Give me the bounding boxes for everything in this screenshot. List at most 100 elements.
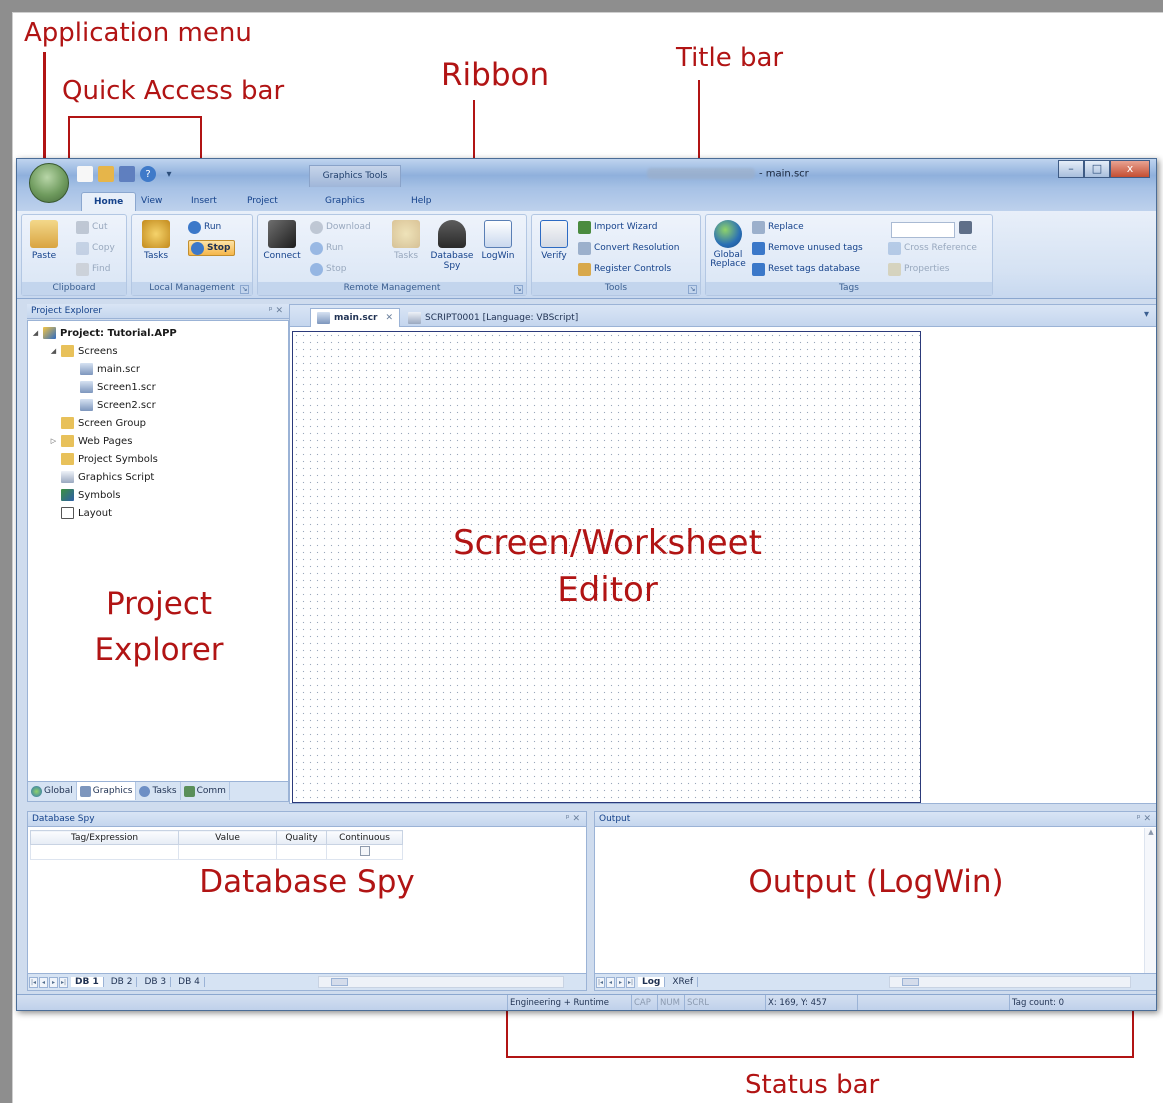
close-tab-icon[interactable]: ✕ <box>386 313 394 323</box>
download-button[interactable]: Download <box>310 219 371 235</box>
column-continuous[interactable]: Continuous <box>326 830 403 845</box>
sheet-tab-log[interactable]: Log <box>638 977 666 987</box>
collapse-arrow-icon[interactable]: ◢ <box>50 347 57 355</box>
remove-unused-tags-icon <box>752 241 765 255</box>
project-explorer-tabs: Global Graphics Tasks Comm <box>28 781 288 801</box>
cut-button[interactable]: Cut <box>76 219 108 235</box>
database-spy-button[interactable]: Database Spy <box>430 220 474 272</box>
sheet-tab-xref[interactable]: XRef <box>668 977 699 987</box>
remote-run-button[interactable]: Run <box>310 240 343 256</box>
tree-item-project-symbols[interactable]: Project Symbols <box>61 451 158 467</box>
open-folder-icon[interactable] <box>98 166 114 182</box>
tree-item-screen-group[interactable]: Screen Group <box>61 415 146 431</box>
tree-item-screen1-scr[interactable]: Screen1.scr <box>80 379 156 395</box>
properties-button[interactable]: Properties <box>888 261 949 277</box>
tag-search-button[interactable] <box>959 219 972 235</box>
output-vertical-scrollbar[interactable]: ▲ <box>1144 828 1156 974</box>
column-quality[interactable]: Quality <box>276 830 327 845</box>
remove-unused-tags-button[interactable]: Remove unused tags <box>752 240 863 256</box>
next-sheet-icon[interactable]: ▸ <box>616 976 625 988</box>
column-tag-expression[interactable]: Tag/Expression <box>30 830 179 845</box>
reset-tags-database-button[interactable]: Reset tags database <box>752 261 860 277</box>
explorer-tab-graphics[interactable]: Graphics <box>76 782 137 800</box>
output-horizontal-scrollbar[interactable] <box>889 976 1131 988</box>
database-spy-horizontal-scrollbar[interactable] <box>318 976 564 988</box>
column-value[interactable]: Value <box>178 830 277 845</box>
tree-item-screen2-scr[interactable]: Screen2.scr <box>80 397 156 413</box>
customize-dropdown-icon[interactable]: ▾ <box>161 166 177 182</box>
continuous-checkbox[interactable] <box>359 845 370 856</box>
replace-button[interactable]: Replace <box>752 219 804 235</box>
maximize-button[interactable]: □ <box>1084 160 1110 178</box>
prev-sheet-icon[interactable]: ◂ <box>39 976 48 988</box>
cross-reference-label: Cross Reference <box>904 243 977 253</box>
close-button[interactable]: x <box>1110 160 1150 178</box>
tree-item-symbols[interactable]: Symbols <box>61 487 120 503</box>
tag-expression-cell[interactable] <box>30 844 179 860</box>
tree-item-web-pages[interactable]: ▷ Web Pages <box>50 433 132 449</box>
explorer-tab-global[interactable]: Global <box>28 782 77 800</box>
cross-reference-button[interactable]: Cross Reference <box>888 240 977 256</box>
connect-button[interactable]: Connect <box>260 220 304 272</box>
new-file-icon[interactable] <box>77 166 93 182</box>
tag-search-input[interactable] <box>891 222 955 238</box>
sheet-tab-db2[interactable]: DB 2 <box>107 977 138 987</box>
find-button[interactable]: Find <box>76 261 110 277</box>
tab-home[interactable]: Home <box>81 192 137 211</box>
application-menu-button[interactable] <box>29 163 69 203</box>
globe-icon <box>714 220 742 248</box>
output-pin-close[interactable]: ᵖ ✕ <box>1137 812 1151 826</box>
last-sheet-icon[interactable]: ▸| <box>626 976 635 988</box>
save-icon[interactable] <box>119 166 135 182</box>
sheet-tab-db1[interactable]: DB 1 <box>71 977 104 987</box>
tab-help[interactable]: Help <box>399 192 444 211</box>
local-stop-button[interactable]: Stop <box>188 240 236 256</box>
last-sheet-icon[interactable]: ▸| <box>59 976 68 988</box>
convert-resolution-button[interactable]: Convert Resolution <box>578 240 679 256</box>
global-replace-button[interactable]: Global Replace <box>706 220 750 272</box>
editor-tab-main-scr[interactable]: main.scr ✕ <box>310 308 401 327</box>
sheet-tab-db4[interactable]: DB 4 <box>174 977 205 987</box>
scroll-thumb[interactable] <box>331 978 348 986</box>
project-explorer-pin-close[interactable]: ᵖ ✕ <box>269 304 283 318</box>
first-sheet-icon[interactable]: |◂ <box>596 976 605 988</box>
screen-canvas[interactable]: Screen/Worksheet Editor <box>292 331 921 803</box>
tree-item-graphics-script[interactable]: Graphics Script <box>61 469 154 485</box>
sheet-tab-db3[interactable]: DB 3 <box>140 977 172 987</box>
tree-item-main-scr[interactable]: main.scr <box>80 361 140 377</box>
editor-tab-script0001[interactable]: SCRIPT0001 [Language: VBScript] <box>402 308 584 327</box>
next-sheet-icon[interactable]: ▸ <box>49 976 58 988</box>
tab-view[interactable]: View <box>129 192 174 211</box>
tab-insert[interactable]: Insert <box>179 192 229 211</box>
paste-button[interactable]: Paste <box>22 220 66 272</box>
tree-item-layout[interactable]: Layout <box>61 505 112 521</box>
copy-button[interactable]: Copy <box>76 240 115 256</box>
tree-item-project[interactable]: ◢ Project: Tutorial.APP <box>32 325 177 341</box>
remote-stop-button[interactable]: Stop <box>310 261 346 277</box>
remote-management-launcher-icon[interactable]: ↘ <box>514 285 523 294</box>
value-cell[interactable] <box>178 844 277 860</box>
tree-item-screens[interactable]: ◢ Screens <box>50 343 118 359</box>
remote-tasks-button[interactable]: Tasks <box>384 220 428 272</box>
explorer-tab-tasks[interactable]: Tasks <box>136 782 181 800</box>
database-spy-pin-close[interactable]: ᵖ ✕ <box>566 812 580 826</box>
register-controls-button[interactable]: Register Controls <box>578 261 671 277</box>
scroll-thumb[interactable] <box>902 978 919 986</box>
help-icon[interactable]: ? <box>140 166 156 182</box>
verify-button[interactable]: Verify <box>532 220 576 272</box>
tab-graphics[interactable]: Graphics <box>313 192 377 211</box>
tools-launcher-icon[interactable]: ↘ <box>688 285 697 294</box>
prev-sheet-icon[interactable]: ◂ <box>606 976 615 988</box>
first-sheet-icon[interactable]: |◂ <box>29 976 38 988</box>
logwin-button[interactable]: LogWin <box>476 220 520 272</box>
import-wizard-button[interactable]: Import Wizard <box>578 219 657 235</box>
minimize-button[interactable]: – <box>1058 160 1084 178</box>
expand-arrow-icon[interactable]: ▷ <box>50 437 57 445</box>
tab-list-chevron-down-icon[interactable]: ▾ <box>1144 309 1149 320</box>
explorer-tab-comm[interactable]: Comm <box>181 782 230 800</box>
local-run-button[interactable]: Run <box>188 219 221 235</box>
local-management-launcher-icon[interactable]: ↘ <box>240 285 249 294</box>
local-tasks-button[interactable]: Tasks <box>134 220 178 272</box>
tab-project[interactable]: Project <box>235 192 290 211</box>
collapse-arrow-icon[interactable]: ◢ <box>32 329 39 337</box>
